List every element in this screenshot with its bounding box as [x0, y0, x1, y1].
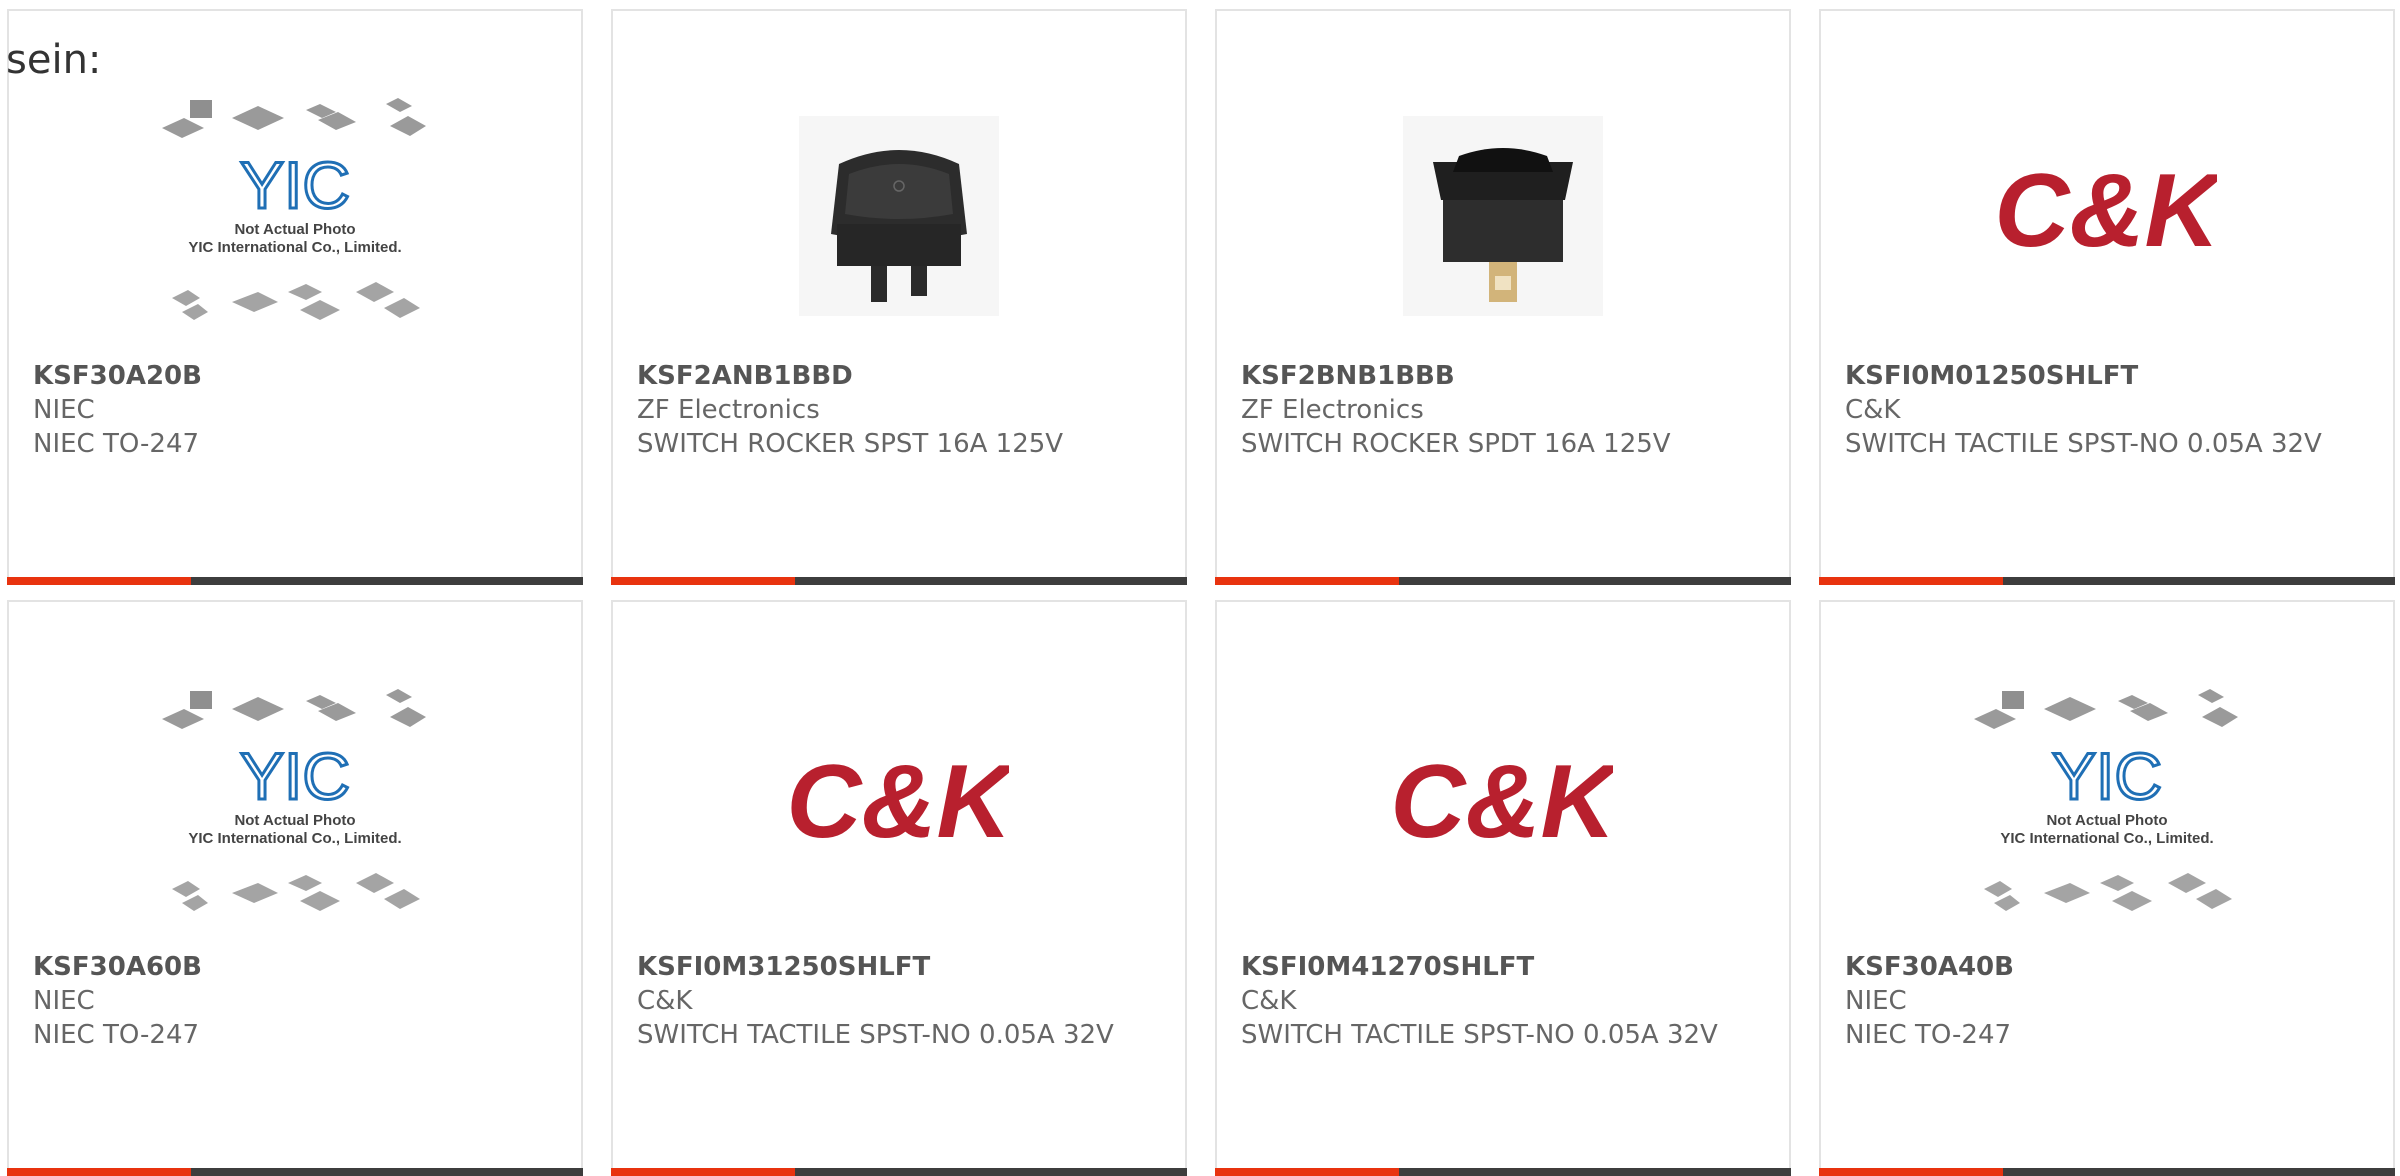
description: NIEC TO-247 — [33, 1020, 200, 1050]
card-bottom-bar — [7, 577, 583, 585]
card-bottom-bar — [7, 1168, 583, 1176]
product-card[interactable]: KSF2ANB1BBD ZF Electronics SWITCH ROCKER… — [611, 9, 1187, 585]
product-card[interactable]: YIC Not Actual Photo YIC International C… — [1819, 600, 2395, 1176]
part-number: KSF30A60B — [33, 952, 202, 982]
product-image-yic-placeholder: YIC Not Actual Photo YIC International C… — [1821, 672, 2393, 942]
description: NIEC TO-247 — [1845, 1020, 2012, 1050]
svg-text:Not Actual Photo: Not Actual Photo — [234, 812, 355, 829]
svg-text:YIC International Co., Limited: YIC International Co., Limited. — [188, 830, 401, 847]
description: SWITCH TACTILE SPST-NO 0.05A 32V — [637, 1020, 1114, 1050]
card-bottom-bar — [1819, 1168, 2395, 1176]
part-number: KSF2BNB1BBB — [1241, 361, 1455, 391]
card-bottom-bar — [1819, 577, 2395, 585]
description: SWITCH TACTILE SPST-NO 0.05A 32V — [1241, 1020, 1718, 1050]
manufacturer: NIEC — [33, 395, 95, 425]
manufacturer: C&K — [637, 986, 693, 1016]
card-bottom-bar — [1215, 577, 1791, 585]
manufacturer: ZF Electronics — [1241, 395, 1424, 425]
manufacturer: C&K — [1241, 986, 1297, 1016]
svg-text:YIC: YIC — [2052, 739, 2162, 813]
card-bottom-bar — [611, 1168, 1187, 1176]
product-image-yic-placeholder: YIC Not Actual Photo YIC International C… — [9, 672, 581, 942]
product-image-rocker-switch — [1217, 81, 1789, 351]
svg-text:YIC: YIC — [240, 148, 350, 222]
svg-text:YIC: YIC — [240, 739, 350, 813]
svg-text:C&K: C&K — [1393, 747, 1613, 860]
description: SWITCH ROCKER SPDT 16A 125V — [1241, 429, 1671, 459]
part-number: KSF2ANB1BBD — [637, 361, 853, 391]
product-image-ck-logo: C&K — [1821, 81, 2393, 351]
product-image-yic-placeholder: YIC Not Actual Photo YIC International C… — [9, 81, 581, 351]
part-number: KSF30A20B — [33, 361, 202, 391]
part-number: KSFI0M01250SHLFT — [1845, 361, 2139, 391]
product-card[interactable]: C&K KSFI0M41270SHLFT C&K SWITCH TACTILE … — [1215, 600, 1791, 1176]
part-number: KSF30A40B — [1845, 952, 2014, 982]
svg-text:C&K: C&K — [1997, 156, 2217, 269]
manufacturer: ZF Electronics — [637, 395, 820, 425]
description: SWITCH ROCKER SPST 16A 125V — [637, 429, 1064, 459]
intro-text: sein: — [6, 37, 102, 83]
product-image-rocker-switch — [613, 81, 1185, 351]
product-card[interactable]: C&K KSFI0M01250SHLFT C&K SWITCH TACTILE … — [1819, 9, 2395, 585]
product-card[interactable]: C&K KSFI0M31250SHLFT C&K SWITCH TACTILE … — [611, 600, 1187, 1176]
product-image-ck-logo: C&K — [1217, 672, 1789, 942]
product-image-ck-logo: C&K — [613, 672, 1185, 942]
part-number: KSFI0M31250SHLFT — [637, 952, 931, 982]
card-bottom-bar — [1215, 1168, 1791, 1176]
svg-text:YIC International Co., Limited: YIC International Co., Limited. — [2000, 830, 2213, 847]
part-number: KSFI0M41270SHLFT — [1241, 952, 1535, 982]
product-card[interactable]: KSF2BNB1BBB ZF Electronics SWITCH ROCKER… — [1215, 9, 1791, 585]
svg-text:Not Actual Photo: Not Actual Photo — [2046, 812, 2167, 829]
manufacturer: NIEC — [1845, 986, 1907, 1016]
svg-text:Not Actual Photo: Not Actual Photo — [234, 221, 355, 238]
svg-text:YIC International Co., Limited: YIC International Co., Limited. — [188, 239, 401, 256]
description: NIEC TO-247 — [33, 429, 200, 459]
svg-text:C&K: C&K — [789, 747, 1009, 860]
product-card[interactable]: YIC Not Actual Photo YIC International C… — [7, 600, 583, 1176]
manufacturer: C&K — [1845, 395, 1901, 425]
description: SWITCH TACTILE SPST-NO 0.05A 32V — [1845, 429, 2322, 459]
manufacturer: NIEC — [33, 986, 95, 1016]
product-card[interactable]: YIC Not Actual Photo YIC International C… — [7, 9, 583, 585]
card-bottom-bar — [611, 577, 1187, 585]
